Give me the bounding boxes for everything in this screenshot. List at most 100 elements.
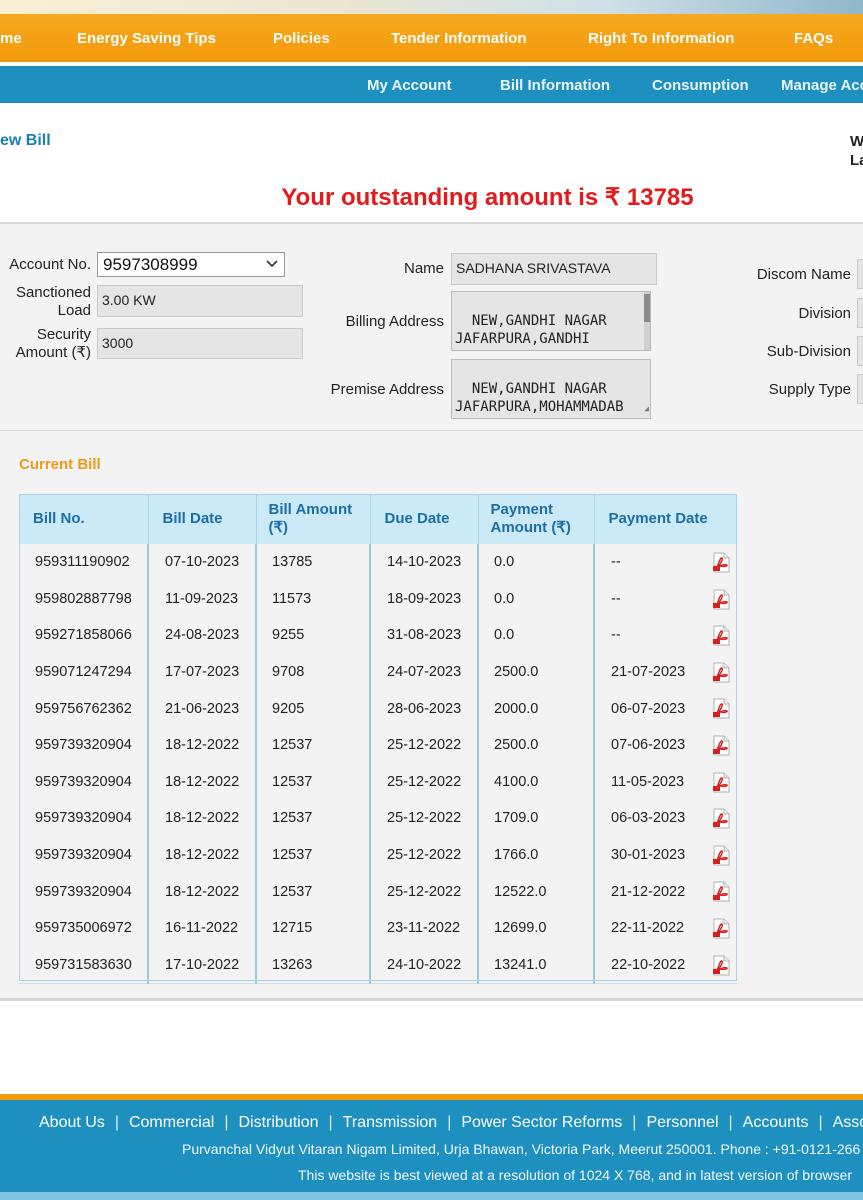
cell-payment-date: 06-03-2023 bbox=[594, 800, 737, 837]
cell-payment-date: 30-01-2023 bbox=[594, 837, 737, 874]
pdf-icon[interactable] bbox=[712, 845, 731, 866]
footer-link-transmission[interactable]: Transmission bbox=[343, 1114, 438, 1131]
cell-due-date: 25-12-2022 bbox=[370, 800, 479, 837]
cell-due-date: 25-12-2022 bbox=[370, 763, 479, 801]
table-row: 959311190902 07-10-2023 13785 14-10-2023 0.0… bbox=[19, 544, 737, 581]
cell-payment-amount: 1766.0 bbox=[478, 836, 595, 874]
division-field bbox=[857, 298, 863, 328]
pdf-icon[interactable] bbox=[712, 698, 731, 719]
column-header-payment-date: Payment Date bbox=[594, 494, 737, 544]
top-nav-item-energy-saving-tips[interactable]: Energy Saving Tips bbox=[77, 30, 216, 47]
cell-bill-amount: 12537 bbox=[256, 800, 371, 837]
footer: About Us | Commercial | Distribution | Transmi… bbox=[0, 1100, 863, 1192]
cell-bill-no: 959802887798 bbox=[19, 580, 149, 618]
footer-link-personnel[interactable]: Personnel bbox=[646, 1114, 718, 1131]
pdf-icon[interactable] bbox=[712, 772, 731, 793]
pdf-icon[interactable] bbox=[712, 662, 731, 683]
table-row: 959071247294 17-07-2023 9708 24-07-2023 2500… bbox=[19, 653, 737, 691]
top-nav-item-faqs[interactable]: FAQs bbox=[794, 30, 833, 47]
table-row: 959756762362 21-06-2023 9205 28-06-2023 2000… bbox=[19, 690, 737, 727]
cell-bill-date: 24-08-2023 bbox=[148, 617, 257, 654]
cell-bill-no: 959311190902 bbox=[19, 544, 149, 581]
sub-nav-item-manage-account[interactable]: Manage Acc bbox=[781, 77, 863, 94]
security-amount-field: 3000 bbox=[97, 328, 303, 359]
cell-bill-date: 11-09-2023 bbox=[148, 580, 257, 618]
column-header-bill-date: Bill Date bbox=[148, 494, 257, 544]
cell-bill-no: 959735006972 bbox=[19, 909, 149, 947]
top-nav: me Energy Saving Tips Policies Tender In… bbox=[0, 14, 863, 62]
cell-bill-amount: 13785 bbox=[256, 544, 371, 581]
premise-address-field[interactable]: NEW,GANDHI NAGAR JAFARPURA,MOHAMMADAB AD… bbox=[451, 359, 651, 419]
cell-bill-no: 959739320904 bbox=[19, 836, 149, 874]
resize-handle-icon[interactable]: ◢ bbox=[644, 400, 649, 418]
cell-bill-date: 16-11-2022 bbox=[148, 909, 257, 947]
welcome-line-1: W bbox=[850, 133, 863, 150]
cell-due-date: 24-10-2022 bbox=[370, 946, 479, 984]
cell-bill-date: 07-10-2023 bbox=[148, 544, 257, 581]
pdf-icon[interactable] bbox=[712, 589, 731, 610]
table-row: 959739320904 18-12-2022 12537 25-12-2022 176… bbox=[19, 836, 737, 874]
cell-due-date: 25-12-2022 bbox=[370, 873, 479, 910]
account-no-label: Account No. bbox=[9, 256, 91, 273]
top-nav-item-policies[interactable]: Policies bbox=[273, 30, 330, 47]
billing-address-field[interactable]: NEW,GANDHI NAGAR JAFARPURA,GANDHI NAGAR … bbox=[451, 291, 651, 351]
header-banner bbox=[0, 0, 863, 14]
pdf-icon[interactable] bbox=[712, 918, 731, 939]
sub-nav-item-my-account[interactable]: My Account bbox=[367, 77, 451, 94]
footer-links: About Us | Commercial | Distribution | Transmi… bbox=[39, 1114, 863, 1132]
cell-payment-amount: 12699.0 bbox=[478, 909, 595, 947]
pdf-icon[interactable] bbox=[712, 735, 731, 756]
billing-address-text: NEW,GANDHI NAGAR JAFARPURA,GANDHI NAGAR … bbox=[455, 313, 607, 350]
cell-payment-amount: 0.0 bbox=[478, 617, 595, 654]
footer-link-associates[interactable]: Associa bbox=[833, 1114, 863, 1131]
footer-link-distribution[interactable]: Distribution bbox=[238, 1114, 318, 1131]
pdf-icon[interactable] bbox=[712, 625, 731, 646]
cell-bill-date: 18-12-2022 bbox=[148, 800, 257, 837]
footer-link-power-sector-reforms[interactable]: Power Sector Reforms bbox=[461, 1114, 622, 1131]
cell-due-date: 25-12-2022 bbox=[370, 836, 479, 874]
footer-resolution-note: This website is best viewed at a resolut… bbox=[298, 1167, 853, 1183]
billing-address-scrollbar[interactable] bbox=[644, 292, 650, 350]
cell-bill-amount: 12537 bbox=[256, 726, 371, 764]
supply-type-field bbox=[857, 374, 863, 404]
account-no-select[interactable]: 9597308999 bbox=[97, 252, 285, 277]
footer-link-accounts[interactable]: Accounts bbox=[743, 1114, 809, 1131]
cell-bill-amount: 9255 bbox=[256, 617, 371, 654]
footer-link-about-us[interactable]: About Us bbox=[39, 1114, 105, 1131]
footer-link-commercial[interactable]: Commercial bbox=[129, 1114, 214, 1131]
top-nav-item-tender-information[interactable]: Tender Information bbox=[391, 30, 527, 47]
table-row: 959739320904 18-12-2022 12537 25-12-2022 250… bbox=[19, 726, 737, 764]
column-header-payment-amount: Payment Amount (₹) bbox=[478, 494, 595, 544]
pdf-icon[interactable] bbox=[712, 552, 731, 573]
pdf-icon[interactable] bbox=[712, 881, 731, 902]
welcome-line-2: La bbox=[850, 152, 863, 169]
welcome-text: W La bbox=[850, 132, 863, 170]
cell-payment-date: 22-11-2022 bbox=[594, 910, 737, 947]
cell-payment-date: 11-05-2023 bbox=[594, 764, 737, 801]
premise-address-label: Premise Address bbox=[330, 381, 444, 398]
premise-address-text: NEW,GANDHI NAGAR JAFARPURA,MOHAMMADAB AD… bbox=[455, 381, 624, 418]
sub-nav-item-consumption[interactable]: Consumption bbox=[652, 77, 749, 94]
chevron-down-icon bbox=[266, 255, 278, 274]
cell-bill-no: 959731583630 bbox=[19, 946, 149, 984]
cell-bill-amount: 9205 bbox=[256, 690, 371, 727]
top-nav-item-right-to-information[interactable]: Right To Information bbox=[588, 30, 734, 47]
discom-name-label: Discom Name bbox=[756, 266, 851, 283]
pdf-icon[interactable] bbox=[712, 808, 731, 829]
footer-separator: | bbox=[632, 1114, 637, 1131]
top-nav-item-home[interactable]: me bbox=[0, 30, 22, 47]
table-header-row: Bill No. Bill Date Bill Amount (₹) Due D… bbox=[19, 494, 737, 544]
cell-bill-amount: 12537 bbox=[256, 873, 371, 910]
supply-type-label: Supply Type bbox=[768, 381, 851, 398]
cell-bill-date: 21-06-2023 bbox=[148, 690, 257, 727]
footer-separator: | bbox=[818, 1114, 823, 1131]
cell-due-date: 28-06-2023 bbox=[370, 690, 479, 727]
column-header-bill-no: Bill No. bbox=[19, 494, 149, 544]
table-row: 959739320904 18-12-2022 12537 25-12-2022 410… bbox=[19, 763, 737, 801]
footer-separator: | bbox=[224, 1114, 229, 1131]
sub-nav-item-bill-information[interactable]: Bill Information bbox=[500, 77, 610, 94]
cell-payment-date: 06-07-2023 bbox=[594, 690, 737, 727]
pdf-icon[interactable] bbox=[712, 955, 731, 976]
cell-due-date: 24-07-2023 bbox=[370, 653, 479, 691]
scrollbar-thumb[interactable] bbox=[644, 294, 650, 322]
